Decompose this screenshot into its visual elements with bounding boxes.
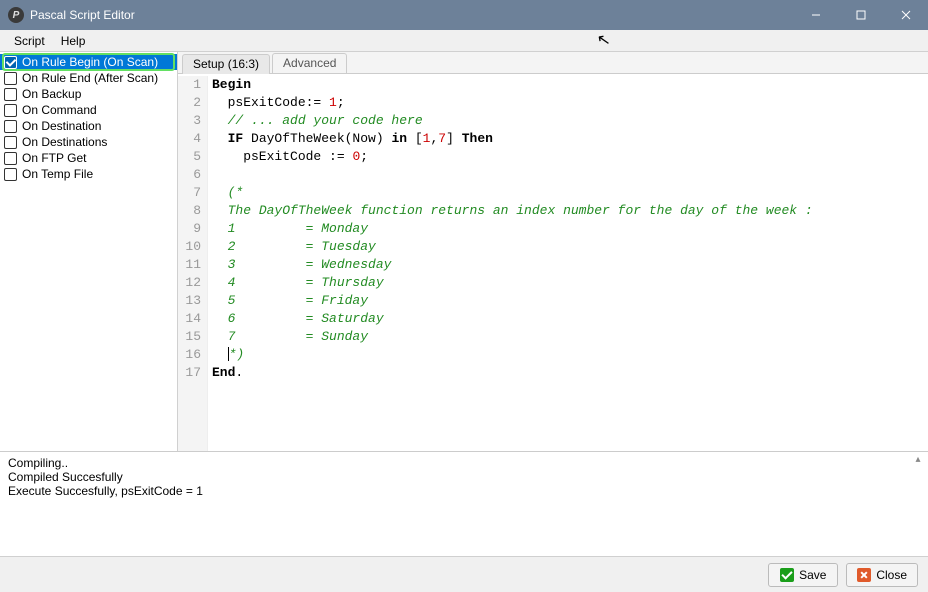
save-button[interactable]: Save [768, 563, 838, 587]
checkbox-icon[interactable] [4, 136, 17, 149]
code-line[interactable]: 7 = Sunday [212, 328, 928, 346]
line-number: 5 [178, 148, 201, 166]
window-controls [793, 0, 928, 30]
line-number: 4 [178, 130, 201, 148]
sidebar-item[interactable]: On Rule End (After Scan) [0, 70, 177, 86]
code-line[interactable]: 4 = Thursday [212, 274, 928, 292]
scroll-up-icon[interactable]: ▴ [912, 454, 924, 466]
close-icon [857, 568, 871, 582]
code-area[interactable]: 1234567891011121314151617 Begin psExitCo… [178, 74, 928, 451]
event-sidebar: On Rule Begin (On Scan) On Rule End (Afte… [0, 52, 178, 451]
sidebar-item[interactable]: On Rule Begin (On Scan) [0, 54, 177, 70]
checkbox-icon[interactable] [4, 168, 17, 181]
app-icon: P [8, 7, 24, 23]
checkbox-icon[interactable] [4, 88, 17, 101]
titlebar: P Pascal Script Editor [0, 0, 928, 30]
output-pane: Compiling..Compiled SuccesfullyExecute S… [0, 451, 928, 556]
menu-script[interactable]: Script [6, 32, 53, 50]
output-line: Execute Succesfully, psExitCode = 1 [8, 484, 920, 498]
code-line[interactable]: 6 = Saturday [212, 310, 928, 328]
code-line[interactable]: The DayOfTheWeek function returns an ind… [212, 202, 928, 220]
code-line[interactable]: Begin [212, 76, 928, 94]
code-line[interactable]: IF DayOfTheWeek(Now) in [1,7] Then [212, 130, 928, 148]
code-line[interactable]: psExitCode:= 1; [212, 94, 928, 112]
code-line[interactable]: 5 = Friday [212, 292, 928, 310]
tab[interactable]: Setup (16:3) [182, 54, 270, 74]
window-title: Pascal Script Editor [30, 8, 793, 22]
line-number: 3 [178, 112, 201, 130]
close-button[interactable]: Close [846, 563, 918, 587]
line-number: 12 [178, 274, 201, 292]
sidebar-item-label: On Rule End (After Scan) [22, 71, 158, 85]
code-lines[interactable]: Begin psExitCode:= 1; // ... add your co… [208, 76, 928, 451]
line-number: 8 [178, 202, 201, 220]
checkbox-icon[interactable] [4, 104, 17, 117]
line-number: 17 [178, 364, 201, 382]
sidebar-item[interactable]: On Backup [0, 86, 177, 102]
code-line[interactable]: 3 = Wednesday [212, 256, 928, 274]
close-label: Close [876, 568, 907, 582]
editor-tabs: Setup (16:3)Advanced [178, 52, 928, 74]
sidebar-item[interactable]: On Destination [0, 118, 177, 134]
line-number: 11 [178, 256, 201, 274]
main-area: On Rule Begin (On Scan) On Rule End (Afte… [0, 52, 928, 451]
bottom-bar: Save Close [0, 556, 928, 592]
tab[interactable]: Advanced [272, 53, 347, 73]
line-number: 16 [178, 346, 201, 364]
sidebar-item[interactable]: On Temp File [0, 166, 177, 182]
line-number: 2 [178, 94, 201, 112]
close-window-button[interactable] [883, 0, 928, 30]
code-line[interactable]: 2 = Tuesday [212, 238, 928, 256]
sidebar-item-label: On Destinations [22, 135, 107, 149]
code-line[interactable]: *) [212, 346, 928, 364]
maximize-button[interactable] [838, 0, 883, 30]
sidebar-item[interactable]: On FTP Get [0, 150, 177, 166]
check-icon [780, 568, 794, 582]
checkbox-icon[interactable] [4, 152, 17, 165]
sidebar-item[interactable]: On Destinations [0, 134, 177, 150]
line-number: 6 [178, 166, 201, 184]
line-number: 7 [178, 184, 201, 202]
code-line[interactable]: psExitCode := 0; [212, 148, 928, 166]
output-line: Compiled Succesfully [8, 470, 920, 484]
code-line[interactable]: End. [212, 364, 928, 382]
line-number: 10 [178, 238, 201, 256]
line-number: 9 [178, 220, 201, 238]
menu-help[interactable]: Help [53, 32, 94, 50]
line-number: 14 [178, 310, 201, 328]
code-line[interactable]: 1 = Monday [212, 220, 928, 238]
line-number: 1 [178, 76, 201, 94]
sidebar-item-label: On FTP Get [22, 151, 86, 165]
minimize-button[interactable] [793, 0, 838, 30]
output-line: Compiling.. [8, 456, 920, 470]
line-number: 13 [178, 292, 201, 310]
editor-panel: Setup (16:3)Advanced 1234567891011121314… [178, 52, 928, 451]
sidebar-item-label: On Backup [22, 87, 81, 101]
sidebar-item-label: On Rule Begin (On Scan) [22, 55, 158, 69]
sidebar-item[interactable]: On Command [0, 102, 177, 118]
code-line[interactable]: (* [212, 184, 928, 202]
checkbox-icon[interactable] [4, 120, 17, 133]
code-line[interactable] [212, 166, 928, 184]
line-number: 15 [178, 328, 201, 346]
sidebar-item-label: On Temp File [22, 167, 93, 181]
text-caret [228, 347, 229, 361]
sidebar-item-label: On Destination [22, 119, 101, 133]
menubar: Script Help [0, 30, 928, 52]
checkbox-icon[interactable] [4, 56, 17, 69]
line-gutter: 1234567891011121314151617 [178, 76, 208, 451]
save-label: Save [799, 568, 826, 582]
code-line[interactable]: // ... add your code here [212, 112, 928, 130]
checkbox-icon[interactable] [4, 72, 17, 85]
sidebar-item-label: On Command [22, 103, 97, 117]
